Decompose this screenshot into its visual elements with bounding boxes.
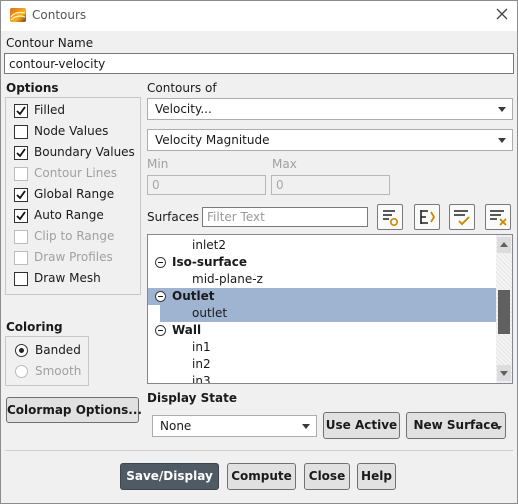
contours-of-field-dropdown[interactable]: Velocity... bbox=[147, 98, 513, 120]
contours-of-component-dropdown[interactable]: Velocity Magnitude bbox=[147, 129, 513, 151]
display-state-label: Display State bbox=[147, 391, 237, 405]
help-button[interactable]: Help bbox=[357, 463, 396, 490]
close-button[interactable]: Close bbox=[304, 463, 350, 490]
smooth-radio bbox=[15, 365, 28, 378]
tree-item-mid-plane-z[interactable]: mid-plane-z bbox=[192, 271, 263, 288]
deselect-all-icon[interactable] bbox=[485, 204, 511, 230]
clip-to-range-checkbox bbox=[14, 230, 28, 244]
contours-of-component-value: Velocity Magnitude bbox=[155, 133, 270, 147]
tree-item-in3[interactable]: in3 bbox=[192, 373, 211, 383]
new-surface-label: New Surface bbox=[413, 418, 499, 432]
tree-item-outlet[interactable]: outlet bbox=[192, 305, 227, 322]
select-all-icon[interactable] bbox=[449, 204, 475, 230]
title-bar: Contours bbox=[1, 1, 517, 31]
contour-name-input[interactable] bbox=[4, 53, 514, 74]
collapse-icon[interactable] bbox=[155, 325, 166, 336]
node-values-label: Node Values bbox=[34, 124, 109, 138]
use-active-button[interactable]: Use Active bbox=[323, 412, 400, 439]
chevron-down-icon bbox=[498, 138, 506, 143]
filled-checkbox[interactable] bbox=[14, 104, 28, 118]
node-values-checkbox[interactable] bbox=[14, 125, 28, 139]
coloring-heading: Coloring bbox=[6, 320, 63, 334]
max-label: Max bbox=[272, 157, 297, 171]
draw-profiles-label: Draw Profiles bbox=[34, 250, 113, 264]
select-surfaces-icon[interactable] bbox=[414, 204, 440, 230]
scroll-down-button[interactable] bbox=[497, 365, 511, 381]
chevron-down-icon bbox=[496, 426, 502, 430]
scrollbar-thumb[interactable] bbox=[498, 290, 510, 334]
window-title: Contours bbox=[32, 8, 87, 22]
display-state-dropdown[interactable]: None bbox=[152, 415, 317, 437]
tree-group-iso-surface[interactable]: Iso-surface bbox=[172, 254, 247, 271]
min-label: Min bbox=[147, 157, 169, 171]
tree-item-in1[interactable]: in1 bbox=[192, 339, 211, 356]
surfaces-filter-input[interactable] bbox=[202, 207, 368, 227]
collapse-icon[interactable] bbox=[155, 257, 166, 268]
tree-item-in2[interactable]: in2 bbox=[192, 356, 211, 373]
contour-lines-checkbox bbox=[14, 167, 28, 181]
options-heading: Options bbox=[6, 81, 59, 95]
display-state-value: None bbox=[160, 419, 192, 433]
tree-item-inlet2[interactable]: inlet2 bbox=[192, 237, 226, 254]
banded-radio[interactable] bbox=[15, 344, 28, 357]
auto-range-label: Auto Range bbox=[34, 208, 104, 222]
scroll-up-button[interactable] bbox=[497, 237, 511, 253]
smooth-label: Smooth bbox=[35, 364, 82, 378]
collapse-icon[interactable] bbox=[155, 291, 166, 302]
filled-label: Filled bbox=[34, 103, 66, 117]
chevron-down-icon bbox=[302, 424, 310, 429]
min-input bbox=[147, 175, 266, 195]
close-icon[interactable] bbox=[495, 7, 509, 21]
contours-of-label: Contours of bbox=[147, 81, 217, 95]
new-surface-icon[interactable] bbox=[377, 204, 403, 230]
contours-of-field-value: Velocity... bbox=[155, 102, 212, 116]
banded-label: Banded bbox=[35, 343, 81, 357]
new-surface-button[interactable]: New Surface bbox=[406, 412, 506, 439]
save-display-button[interactable]: Save/Display bbox=[120, 463, 219, 490]
draw-mesh-checkbox[interactable] bbox=[14, 272, 28, 286]
chevron-down-icon bbox=[498, 107, 506, 112]
global-range-label: Global Range bbox=[34, 187, 115, 201]
max-input bbox=[271, 175, 390, 195]
boundary-values-label: Boundary Values bbox=[34, 145, 135, 159]
boundary-values-checkbox[interactable] bbox=[14, 146, 28, 160]
draw-mesh-label: Draw Mesh bbox=[34, 271, 101, 285]
contours-dialog: Contours Contour Name Options Filled Nod… bbox=[0, 0, 518, 504]
global-range-checkbox[interactable] bbox=[14, 188, 28, 202]
auto-range-checkbox[interactable] bbox=[14, 209, 28, 223]
colormap-options-button[interactable]: Colormap Options... bbox=[6, 397, 142, 423]
contour-lines-label: Contour Lines bbox=[34, 166, 117, 180]
coloring-group: Banded Smooth bbox=[5, 336, 89, 386]
tree-group-wall[interactable]: Wall bbox=[172, 322, 201, 339]
options-group: Filled Node Values Boundary Values Conto… bbox=[5, 97, 141, 295]
compute-button[interactable]: Compute bbox=[227, 463, 296, 490]
footer-divider bbox=[5, 450, 513, 451]
app-logo-icon bbox=[10, 8, 26, 22]
surfaces-tree[interactable]: inlet2 Iso-surface mid-plane-z Outlet ou… bbox=[147, 234, 513, 384]
contour-name-label: Contour Name bbox=[6, 36, 94, 50]
surfaces-label: Surfaces bbox=[147, 210, 199, 224]
draw-profiles-checkbox bbox=[14, 251, 28, 265]
clip-to-range-label: Clip to Range bbox=[34, 229, 115, 243]
tree-group-outlet[interactable]: Outlet bbox=[172, 288, 214, 305]
